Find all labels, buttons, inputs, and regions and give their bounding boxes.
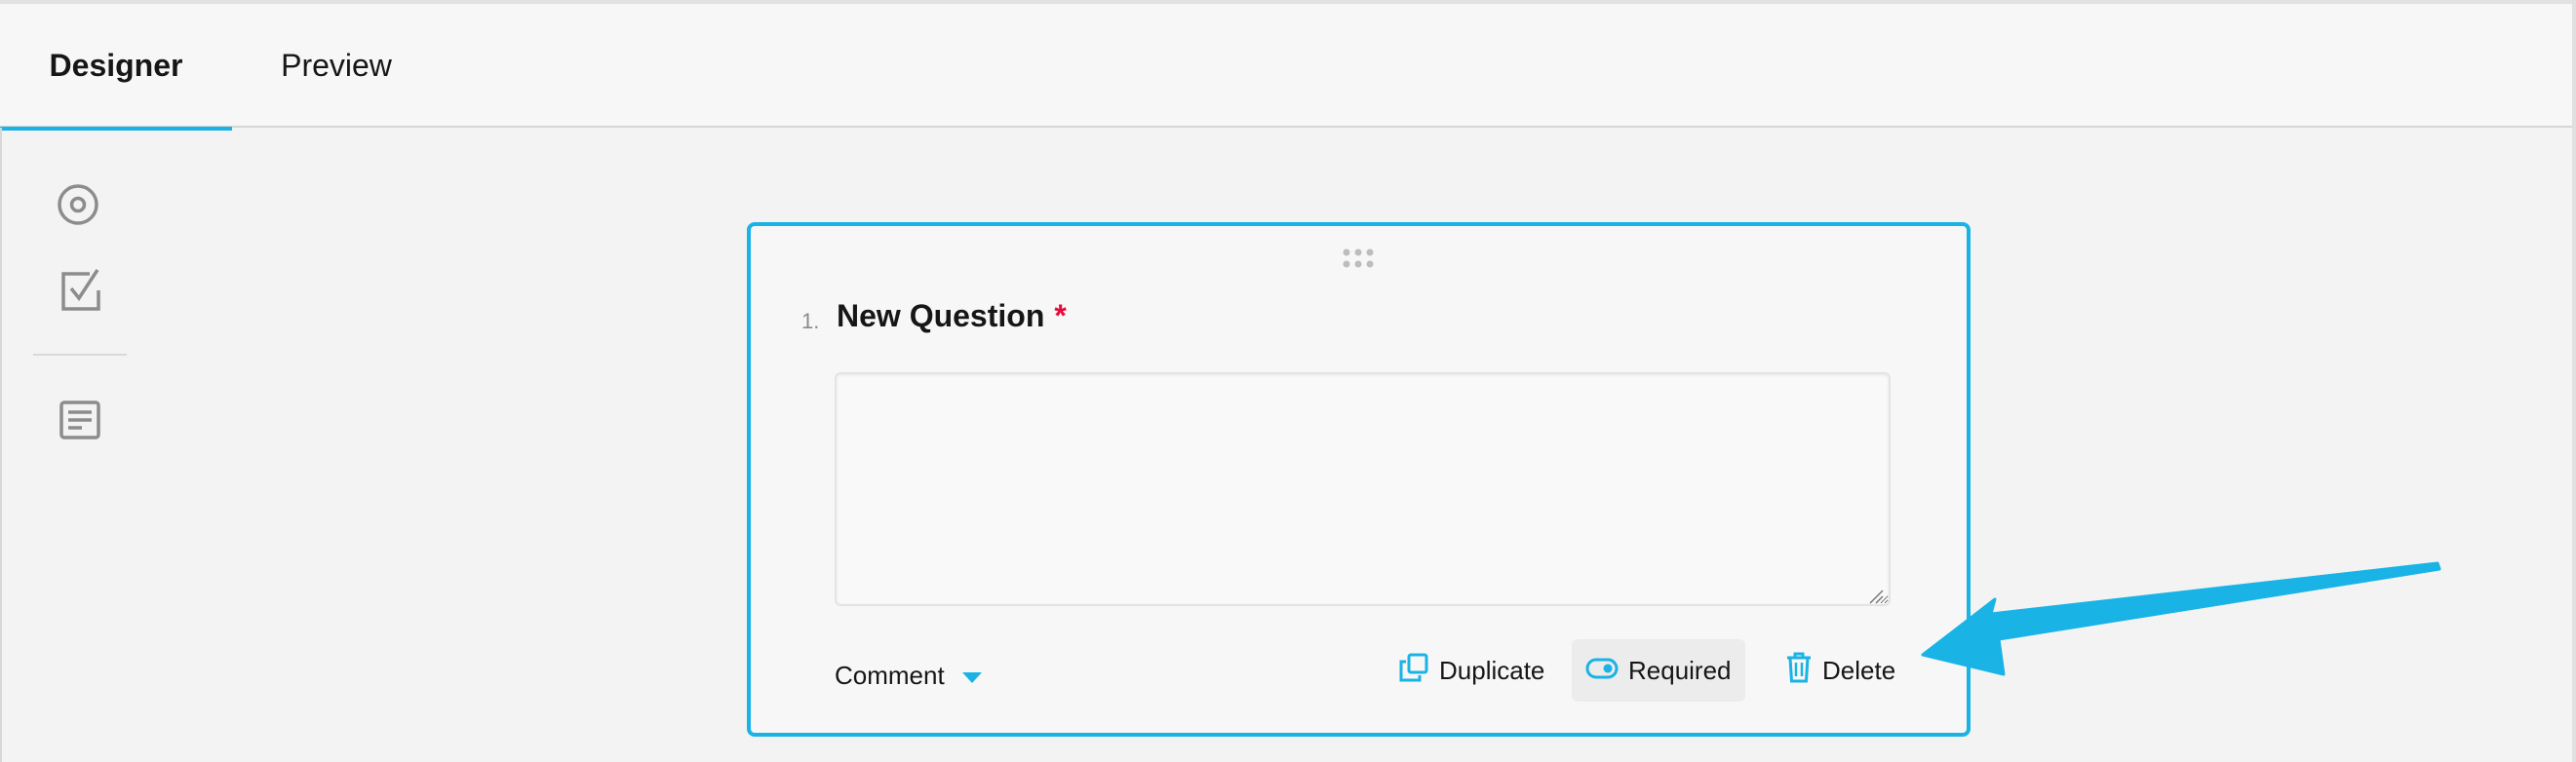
- required-label: Required: [1628, 655, 1732, 685]
- required-asterisk: *: [1054, 298, 1067, 333]
- comment-textarea[interactable]: [835, 372, 1891, 606]
- annotation-arrow-icon: [1911, 546, 2457, 682]
- required-toggle-button[interactable]: Required: [1572, 639, 1745, 702]
- left-panel-edge: [0, 128, 2, 762]
- duplicate-icon: [1398, 652, 1429, 690]
- radio-group-icon[interactable]: [55, 181, 101, 228]
- question-title-text: New Question: [837, 298, 1045, 333]
- toggle-icon: [1585, 656, 1619, 686]
- tab-designer[interactable]: Designer: [0, 4, 232, 131]
- question-type-label: Comment: [835, 660, 945, 690]
- question-type-dropdown[interactable]: Comment: [835, 651, 982, 700]
- duplicate-label: Duplicate: [1439, 655, 1545, 685]
- question-title[interactable]: New Question *: [837, 298, 1067, 334]
- checkbox-icon[interactable]: [59, 267, 105, 314]
- chevron-down-icon: [961, 661, 982, 691]
- comment-icon[interactable]: [57, 398, 103, 444]
- duplicate-button[interactable]: Duplicate: [1385, 639, 1558, 702]
- question-number: 1.: [801, 309, 820, 333]
- question-card[interactable]: 1. New Question * Comment Duplicate Requ…: [747, 222, 1971, 737]
- trash-icon: [1785, 651, 1813, 691]
- toolbox-divider: [33, 354, 127, 356]
- right-panel-edge: [2572, 0, 2576, 762]
- tab-preview[interactable]: Preview: [244, 4, 429, 128]
- designer-top-bar: Designer Preview: [0, 0, 2576, 131]
- delete-button[interactable]: Delete: [1772, 639, 1909, 702]
- drag-handle-icon[interactable]: [1342, 248, 1375, 269]
- delete-label: Delete: [1822, 655, 1896, 685]
